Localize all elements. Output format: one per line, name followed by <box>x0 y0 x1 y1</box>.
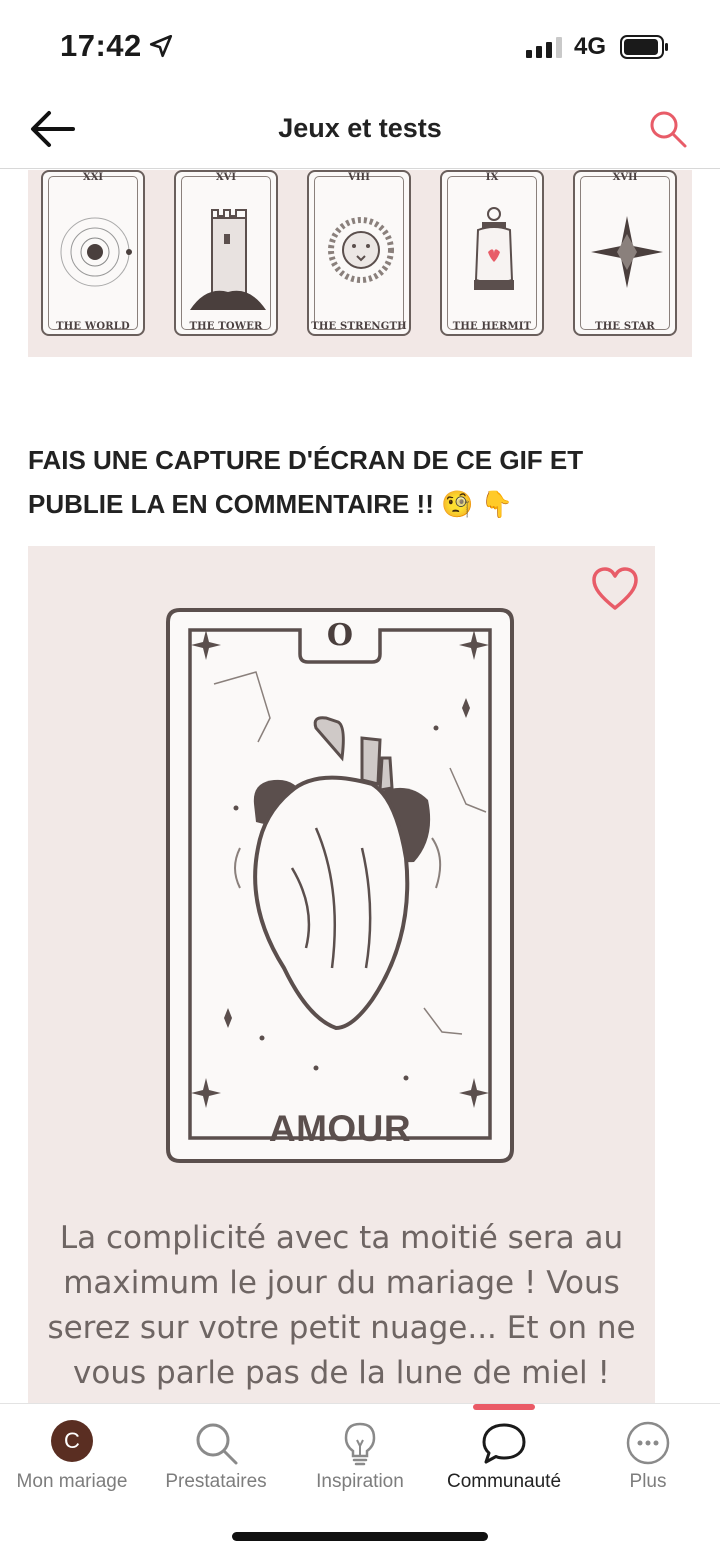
home-indicator[interactable] <box>232 1532 488 1541</box>
post-heading: FAIS UNE CAPTURE D'ÉCRAN DE CE GIF ET PU… <box>28 445 584 519</box>
tarot-card-world: XXI THE WORLD <box>41 170 145 336</box>
search-icon <box>196 1423 238 1465</box>
tab-inspiration[interactable]: Inspiration <box>288 1404 432 1514</box>
card-numeral: VIII <box>348 172 370 183</box>
tab-label: Communauté <box>446 1471 562 1492</box>
card-numeral: IX <box>485 172 499 183</box>
card-numeral: XVI <box>215 172 237 183</box>
tab-plus[interactable]: Plus <box>576 1404 720 1514</box>
card-name: THE STRENGTH <box>311 321 407 332</box>
tarot-card-star: XVII THE STAR <box>573 170 677 336</box>
tab-label: Mon mariage <box>16 1471 128 1492</box>
amour-tarot-card <box>166 608 514 1163</box>
tarot-card-hermit: IX THE HERMIT <box>440 170 544 336</box>
world-orbit-icon <box>60 217 132 287</box>
card-numeral: XVII <box>612 172 638 183</box>
tarot-card-tower: XVI THE TOWER <box>174 170 278 336</box>
tab-mon-mariage[interactable]: C Mon mariage <box>0 1404 144 1514</box>
card-numeral: XXI <box>82 172 104 183</box>
lion-icon <box>328 217 394 283</box>
card-name: THE HERMIT <box>452 321 532 332</box>
tab-communaute[interactable]: Communauté <box>432 1404 576 1514</box>
tower-icon <box>190 209 266 310</box>
compass-star-icon <box>591 216 663 288</box>
avatar-icon: C <box>51 1420 93 1462</box>
status-bar: 17:42 4G <box>0 0 720 95</box>
lantern-icon <box>474 207 514 290</box>
network-label: 4G <box>574 33 607 60</box>
card-name: THE STAR <box>595 321 655 332</box>
tab-label: Prestataires <box>165 1471 267 1492</box>
lightbulb-icon <box>344 1422 376 1466</box>
tab-prestataires[interactable]: Prestataires <box>144 1404 288 1514</box>
tab-label: Inspiration <box>316 1471 404 1492</box>
signal-icon <box>526 36 562 58</box>
tab-label: Plus <box>629 1471 667 1492</box>
post-content[interactable]: XXI THE WORLD XVI THE TOWER VIII THE STR… <box>0 170 720 1403</box>
search-icon <box>650 111 687 148</box>
tarot-gif[interactable]: O AMOUR La complicité avec ta moitié ser… <box>28 546 655 1403</box>
location-arrow-icon <box>149 34 173 58</box>
card-name: THE WORLD <box>56 321 130 332</box>
search-button[interactable] <box>644 105 692 153</box>
page-title: Jeux et tests <box>278 113 442 143</box>
more-dots-icon <box>626 1421 670 1465</box>
top-nav-bar: Jeux et tests <box>0 95 720 169</box>
chat-bubble-icon <box>482 1423 526 1464</box>
battery-icon <box>620 35 668 59</box>
card-name: THE TOWER <box>189 321 263 332</box>
card-numeral: O <box>326 618 354 653</box>
heart-outline-icon[interactable] <box>590 566 640 612</box>
status-time: 17:42 <box>60 28 142 63</box>
tarot-cards-image: XXI THE WORLD XVI THE TOWER VIII THE STR… <box>28 170 692 357</box>
card-description: La complicité avec ta moitié sera au max… <box>47 1220 636 1391</box>
card-title: AMOUR <box>268 1108 412 1149</box>
tarot-card-strength: VIII THE STRENGTH <box>307 170 411 336</box>
